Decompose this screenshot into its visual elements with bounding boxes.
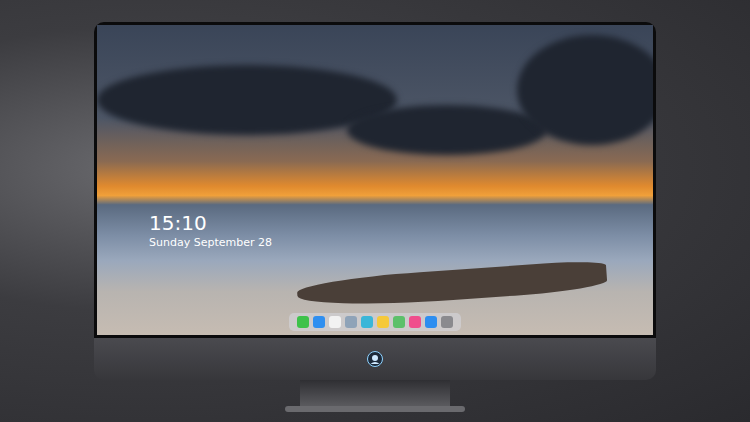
clock-date: Sunday September 28 [149, 235, 272, 250]
dock-app-icon[interactable] [329, 316, 341, 328]
dock-app-icon[interactable] [441, 316, 453, 328]
dock-app-icon[interactable] [425, 316, 437, 328]
clock-time: 15:10 [149, 211, 272, 235]
monitor-base [285, 406, 465, 412]
brand-logo-icon [367, 351, 383, 367]
screen-bezel: 15:10Sunday September 28 [94, 22, 656, 338]
driftwood [296, 259, 607, 311]
dock-app-icon[interactable] [393, 316, 405, 328]
lock-screen: 15:10Sunday September 28 [97, 25, 653, 335]
dock-app-icon[interactable] [345, 316, 357, 328]
monitor-stand [300, 380, 450, 406]
monitor: 15:10Sunday September 28 [94, 22, 656, 422]
clock-widget: 15:10Sunday September 28 [149, 211, 272, 250]
dock-app-icon[interactable] [361, 316, 373, 328]
dock-app-icon[interactable] [377, 316, 389, 328]
monitor-chin [94, 338, 656, 380]
mockup-background: 15:10Sunday September 28 [0, 0, 750, 422]
wallpaper-photo [97, 25, 653, 335]
dock-app-icon[interactable] [297, 316, 309, 328]
dock-app-icon[interactable] [313, 316, 325, 328]
dock-app-icon[interactable] [409, 316, 421, 328]
dock [289, 313, 461, 331]
